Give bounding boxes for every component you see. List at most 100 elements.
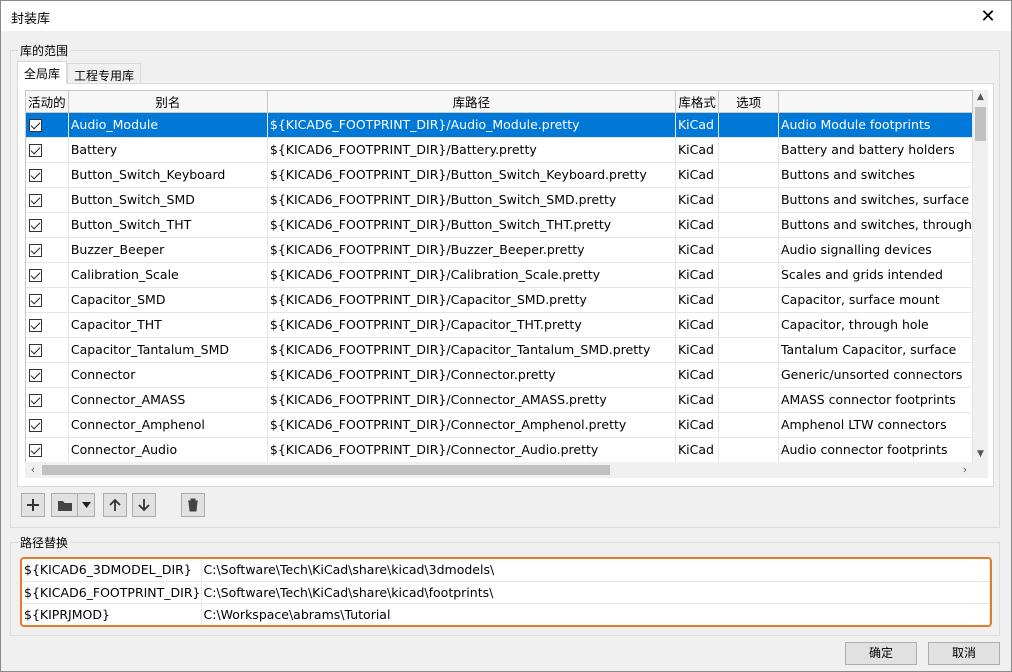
library-format-cell[interactable]: KiCad <box>675 337 720 363</box>
table-row[interactable]: Buzzer_Beeper ${KICAD6_FOOTPRINT_DIR}/Buz… <box>26 237 973 263</box>
active-checkbox[interactable] <box>29 294 42 307</box>
library-format-cell[interactable]: KiCad <box>675 262 720 288</box>
table-row[interactable]: Battery ${KICAD6_FOOTPRINT_DIR}/Battery.p… <box>26 137 973 163</box>
description-cell[interactable]: Generic/unsorted connectors <box>778 362 973 388</box>
active-checkbox-cell[interactable] <box>26 312 69 338</box>
description-cell[interactable]: Capacitor, surface mount <box>778 287 973 313</box>
active-checkbox-cell[interactable] <box>26 212 69 238</box>
table-row[interactable]: Capacitor_SMD ${KICAD6_FOOTPRINT_DIR}/Cap… <box>26 287 973 313</box>
table-row[interactable]: Capacitor_THT ${KICAD6_FOOTPRINT_DIR}/Cap… <box>26 312 973 338</box>
scroll-up-arrow-icon[interactable]: ▲ <box>973 90 988 105</box>
active-checkbox[interactable] <box>29 194 42 207</box>
table-row[interactable]: Calibration_Scale ${KICAD6_FOOTPRINT_DIR}… <box>26 262 973 288</box>
active-checkbox[interactable] <box>29 419 42 432</box>
library-format-cell[interactable]: KiCad <box>675 437 720 462</box>
library-path-cell[interactable]: ${KICAD6_FOOTPRINT_DIR}/Button_Switch_TH… <box>267 212 676 238</box>
nickname-cell[interactable]: Connector <box>68 362 268 388</box>
options-cell[interactable] <box>718 437 779 462</box>
library-format-cell[interactable]: KiCad <box>675 162 720 188</box>
nickname-cell[interactable]: Buzzer_Beeper <box>68 237 268 263</box>
nickname-cell[interactable]: Calibration_Scale <box>68 262 268 288</box>
table-horizontal-scrollbar[interactable]: ‹ › <box>25 462 973 478</box>
library-format-cell[interactable]: KiCad <box>675 412 720 438</box>
active-checkbox-cell[interactable] <box>26 262 69 288</box>
active-checkbox[interactable] <box>29 119 42 132</box>
move-up-button[interactable] <box>103 493 127 517</box>
options-cell[interactable] <box>718 212 779 238</box>
library-format-cell[interactable]: KiCad <box>675 387 720 413</box>
env-path-cell[interactable]: C:\Workspace\abrams\Tutorial <box>201 603 990 625</box>
nickname-cell[interactable]: Connector_Audio <box>68 437 268 462</box>
column-header-active[interactable]: 活动的 <box>26 91 69 113</box>
env-path-cell[interactable]: C:\Software\Tech\KiCad\share\kicad\footp… <box>201 581 990 604</box>
description-cell[interactable]: AMASS connector footprints <box>778 387 973 413</box>
active-checkbox-cell[interactable] <box>26 437 69 462</box>
description-cell[interactable]: Audio Module footprints <box>778 112 973 138</box>
remove-library-button[interactable] <box>181 493 205 517</box>
active-checkbox[interactable] <box>29 269 42 282</box>
table-row[interactable]: Audio_Module ${KICAD6_FOOTPRINT_DIR}/Audi… <box>26 112 973 138</box>
add-library-button[interactable] <box>21 493 45 517</box>
library-format-cell[interactable]: KiCad <box>675 112 720 138</box>
nickname-cell[interactable]: Capacitor_THT <box>68 312 268 338</box>
nickname-cell[interactable]: Button_Switch_THT <box>68 212 268 238</box>
nickname-cell[interactable]: Button_Switch_Keyboard <box>68 162 268 188</box>
library-path-cell[interactable]: ${KICAD6_FOOTPRINT_DIR}/Button_Switch_Ke… <box>267 162 676 188</box>
library-path-cell[interactable]: ${KICAD6_FOOTPRINT_DIR}/Calibration_Scal… <box>267 262 676 288</box>
scroll-right-arrow-icon[interactable]: › <box>957 462 973 478</box>
description-cell[interactable]: Audio signalling devices <box>778 237 973 263</box>
options-cell[interactable] <box>718 412 779 438</box>
options-cell[interactable] <box>718 312 779 338</box>
library-path-cell[interactable]: ${KICAD6_FOOTPRINT_DIR}/Button_Switch_SM… <box>267 187 676 213</box>
active-checkbox[interactable] <box>29 244 42 257</box>
scroll-left-arrow-icon[interactable]: ‹ <box>25 462 41 478</box>
active-checkbox-cell[interactable] <box>26 287 69 313</box>
description-cell[interactable]: Buttons and switches, through <box>778 212 973 238</box>
env-var-cell[interactable]: ${KICAD6_FOOTPRINT_DIR} <box>22 581 202 604</box>
options-cell[interactable] <box>718 187 779 213</box>
options-cell[interactable] <box>718 287 779 313</box>
active-checkbox[interactable] <box>29 444 42 457</box>
library-path-cell[interactable]: ${KICAD6_FOOTPRINT_DIR}/Connector_Amphen… <box>267 412 676 438</box>
env-var-cell[interactable]: ${KICAD6_3DMODEL_DIR} <box>22 559 202 582</box>
library-format-cell[interactable]: KiCad <box>675 362 720 388</box>
description-cell[interactable]: Battery and battery holders <box>778 137 973 163</box>
library-path-cell[interactable]: ${KICAD6_FOOTPRINT_DIR}/Capacitor_SMD.pr… <box>267 287 676 313</box>
description-cell[interactable]: Audio connector footprints <box>778 437 973 462</box>
library-path-cell[interactable]: ${KICAD6_FOOTPRINT_DIR}/Connector_AMASS.… <box>267 387 676 413</box>
library-path-cell[interactable]: ${KICAD6_FOOTPRINT_DIR}/Battery.pretty <box>267 137 676 163</box>
library-format-cell[interactable]: KiCad <box>675 287 720 313</box>
substitution-row[interactable]: ${KIPRJMOD} C:\Workspace\abrams\Tutorial <box>22 603 990 625</box>
column-header-options[interactable]: 选项 <box>718 91 779 113</box>
library-path-cell[interactable]: ${KICAD6_FOOTPRINT_DIR}/Buzzer_Beeper.pr… <box>267 237 676 263</box>
active-checkbox[interactable] <box>29 169 42 182</box>
library-path-cell[interactable]: ${KICAD6_FOOTPRINT_DIR}/Capacitor_THT.pr… <box>267 312 676 338</box>
active-checkbox-cell[interactable] <box>26 112 69 138</box>
table-row[interactable]: Capacitor_Tantalum_SMD ${KICAD6_FOOTPRINT… <box>26 337 973 363</box>
table-row[interactable]: Connector_Amphenol ${KICAD6_FOOTPRINT_DIR… <box>26 412 973 438</box>
env-path-cell[interactable]: C:\Software\Tech\KiCad\share\kicad\3dmod… <box>201 559 990 582</box>
substitution-row[interactable]: ${KICAD6_3DMODEL_DIR} C:\Software\Tech\Ki… <box>22 559 990 582</box>
active-checkbox-cell[interactable] <box>26 412 69 438</box>
description-cell[interactable]: Scales and grids intended <box>778 262 973 288</box>
browse-library-button[interactable] <box>51 493 77 517</box>
table-row[interactable]: Connector ${KICAD6_FOOTPRINT_DIR}/Connect… <box>26 362 973 388</box>
nickname-cell[interactable]: Button_Switch_SMD <box>68 187 268 213</box>
active-checkbox[interactable] <box>29 144 42 157</box>
column-header-library-path[interactable]: 库路径 <box>267 91 676 113</box>
close-button[interactable]: ✕ <box>965 1 1011 31</box>
move-down-button[interactable] <box>132 493 156 517</box>
active-checkbox-cell[interactable] <box>26 187 69 213</box>
active-checkbox-cell[interactable] <box>26 237 69 263</box>
options-cell[interactable] <box>718 262 779 288</box>
active-checkbox[interactable] <box>29 344 42 357</box>
active-checkbox-cell[interactable] <box>26 162 69 188</box>
table-row[interactable]: Connector_AMASS ${KICAD6_FOOTPRINT_DIR}/C… <box>26 387 973 413</box>
column-header-library-format[interactable]: 库格式 <box>675 91 720 113</box>
cancel-button[interactable]: 取消 <box>928 642 1000 665</box>
browse-dropdown-button[interactable] <box>77 493 95 517</box>
description-cell[interactable]: Tantalum Capacitor, surface <box>778 337 973 363</box>
active-checkbox[interactable] <box>29 394 42 407</box>
options-cell[interactable] <box>718 112 779 138</box>
options-cell[interactable] <box>718 337 779 363</box>
